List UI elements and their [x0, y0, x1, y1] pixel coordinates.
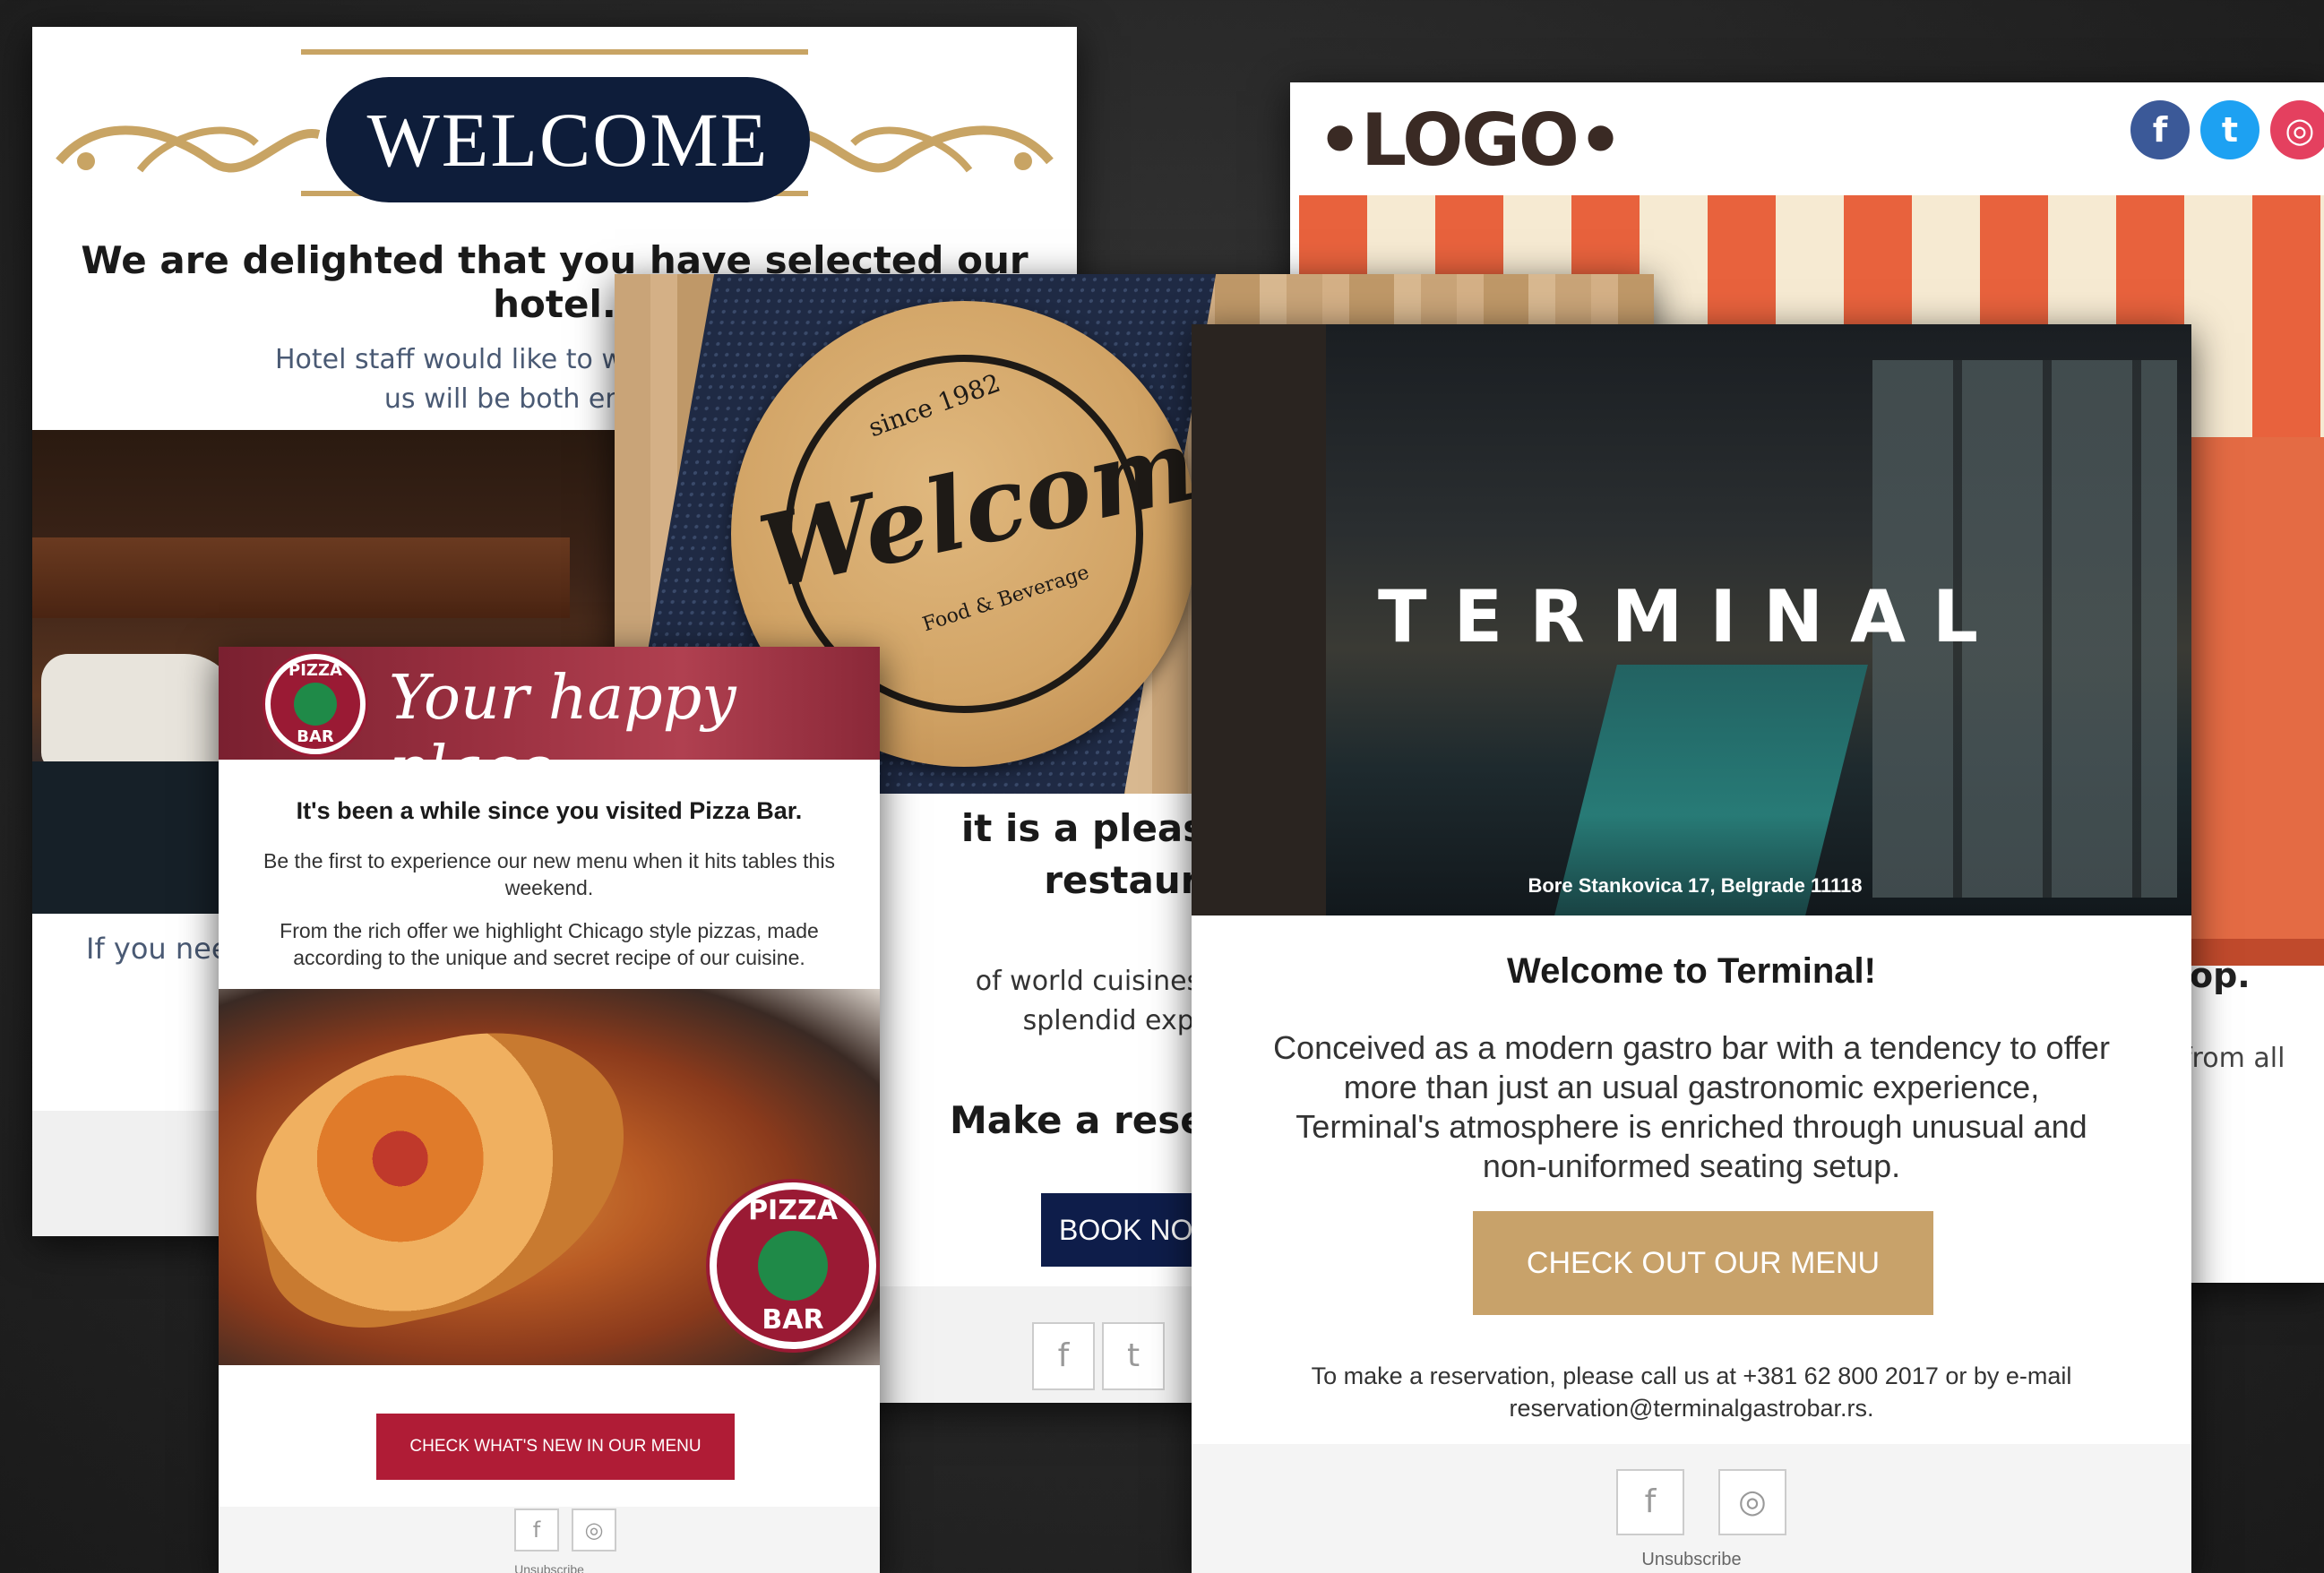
- unsubscribe-link[interactable]: Unsubscribe: [1192, 1550, 2191, 1570]
- reserve-heading: Make a reser: [950, 1098, 1225, 1142]
- pizza-tagline: Your happy place: [389, 663, 736, 804]
- facebook-icon[interactable]: f: [1616, 1469, 1684, 1535]
- instagram-icon[interactable]: ◎: [572, 1509, 616, 1552]
- logo-text-top: PIZZA: [748, 1195, 838, 1226]
- pizza-title: It's been a while since you visited Pizz…: [296, 797, 803, 824]
- pizza-bar-logo: PIZZA BAR: [710, 1182, 876, 1349]
- logo: •LOGO•: [1317, 99, 1623, 182]
- unsubscribe-link[interactable]: Unsubscribe: [219, 1562, 880, 1573]
- shop-text: from all: [2182, 1043, 2285, 1074]
- pillow: [41, 654, 238, 770]
- pizza-bar-logo: PIZZA BAR: [265, 654, 366, 754]
- pizza-bar-email-card: PIZZA BAR Your happy place It's been a w…: [219, 647, 880, 1573]
- shop-heading: op.: [2190, 956, 2251, 995]
- check-menu-button[interactable]: CHECK WHAT'S NEW IN OUR MENU: [376, 1414, 735, 1480]
- pizza-paragraph: From the rich offer we highlight Chicago…: [280, 919, 819, 969]
- headboard: [32, 537, 570, 618]
- chef-hat-icon: [294, 683, 337, 726]
- facebook-icon[interactable]: f: [2130, 100, 2190, 159]
- instagram-icon[interactable]: ◎: [1718, 1469, 1786, 1535]
- instagram-icon[interactable]: ◎: [2270, 100, 2324, 159]
- logo-text-bottom: BAR: [297, 727, 334, 746]
- chef-hat-icon: [758, 1231, 828, 1301]
- facebook-icon[interactable]: f: [1032, 1322, 1095, 1390]
- pizza-photo: PIZZA BAR: [219, 989, 880, 1365]
- hotel-caption: If you nee: [86, 932, 229, 966]
- terminal-body: Conceived as a modern gastro bar with a …: [1273, 1029, 2110, 1184]
- pizza-hero: PIZZA BAR Your happy place: [219, 647, 880, 804]
- twitter-icon[interactable]: t: [2200, 100, 2259, 159]
- logo-text-bottom: BAR: [762, 1304, 824, 1336]
- logo-text-top: PIZZA: [288, 661, 342, 680]
- terminal-email-card: TERMINAL Bore Stankovica 17, Belgrade 11…: [1192, 324, 2191, 1573]
- pizza-paragraph: Be the first to experience our new menu …: [263, 849, 835, 899]
- check-out-menu-button[interactable]: CHECK OUT OUR MENU: [1473, 1211, 1933, 1315]
- terminal-address: Bore Stankovica 17, Belgrade 11118: [1528, 874, 1863, 897]
- terminal-title: Welcome to Terminal!: [1507, 951, 1876, 991]
- terminal-logo: TERMINAL: [1377, 575, 2006, 658]
- social-links: f t ◎: [2130, 100, 2324, 159]
- terminal-contact: To make a reservation, please call us at…: [1311, 1362, 2072, 1422]
- twitter-icon[interactable]: t: [1102, 1322, 1165, 1390]
- facebook-icon[interactable]: f: [514, 1509, 559, 1552]
- welcome-banner: WELCOME: [326, 77, 810, 202]
- pizza-slice: [230, 1006, 655, 1348]
